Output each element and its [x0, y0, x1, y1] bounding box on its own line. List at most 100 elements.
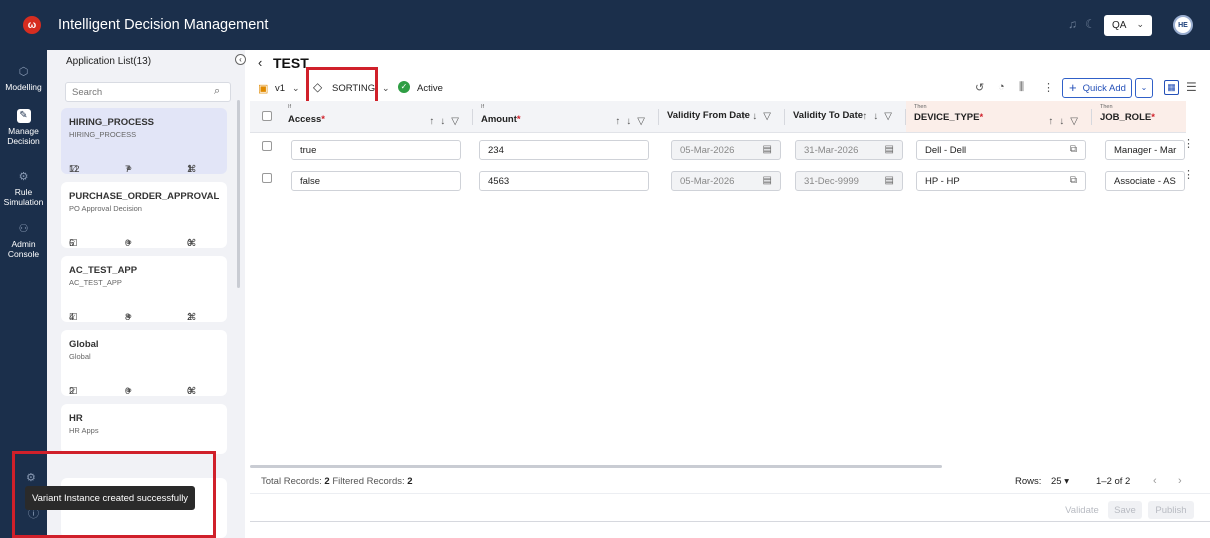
rail-item-admin-console[interactable]: ⚇ Admin Console	[0, 222, 47, 259]
list-view-icon[interactable]: ☰	[1186, 80, 1197, 94]
column-name: Validity To Date	[793, 110, 864, 121]
access-cell[interactable]: false	[291, 171, 461, 191]
calendar-icon[interactable]: ▤	[763, 144, 772, 155]
rail-item-modelling[interactable]: ⬡ Modelling	[0, 65, 47, 92]
rail-item-manage-decision[interactable]: ✎ Manage Decision	[0, 109, 47, 146]
column-header-device-type: Then DEVICE_TYPE* ↑↓▽	[906, 101, 1092, 133]
row-checkbox[interactable]	[262, 173, 272, 183]
record-counts: Total Records: 2 Filtered Records: 2	[261, 476, 413, 487]
calendar-icon[interactable]: ▤	[763, 175, 772, 186]
validate-button[interactable]: Validate	[1062, 501, 1102, 519]
chevron-down-icon: ⌄	[1136, 19, 1144, 29]
environment-select[interactable]: QA ⌄	[1104, 15, 1152, 36]
device-type-cell[interactable]: HP - HP ⧉	[916, 171, 1086, 191]
job-role-cell[interactable]: Manager - Mar	[1105, 140, 1185, 160]
row-checkbox[interactable]	[262, 141, 272, 151]
nets-count: ⌘ 0	[187, 386, 197, 397]
app-card-hiring-process[interactable]: HIRING_PROCESS HIRING_PROCESS ☑ 12 ⚭ 7 ⌘…	[61, 108, 227, 175]
app-description: AC_TEST_APP	[69, 278, 122, 287]
open-picker-icon[interactable]: ⧉	[1070, 175, 1077, 186]
quick-add-dropdown[interactable]: ⌄	[1135, 78, 1153, 98]
rail-item-rule-simulation[interactable]: ⚙ Rule Simulation	[0, 170, 47, 207]
columns-icon[interactable]: ⫼	[1019, 81, 1024, 94]
if-label: If	[481, 104, 485, 110]
moon-icon[interactable]: ☾	[1085, 17, 1096, 31]
flows-count: ⚭ 0	[125, 238, 133, 249]
app-card-ac-test-app[interactable]: AC_TEST_APP AC_TEST_APP ☑ 4 ⚭ 8 ⌘ 2	[61, 256, 227, 323]
flow-icon: ⚭	[125, 312, 133, 323]
app-title: Intelligent Decision Management	[58, 17, 269, 33]
app-card-global[interactable]: Global Global ☑ 2 ⚭ 0 ⌘ 0	[61, 330, 227, 397]
header-select-cell	[250, 101, 280, 133]
validity-to-cell[interactable]: 31-Mar-2026 ▤	[795, 140, 903, 160]
more-vertical-icon[interactable]: ⋮	[1183, 137, 1194, 150]
flow-icon: ⚭	[125, 386, 133, 397]
access-cell[interactable]: true	[291, 140, 461, 160]
column-header-amount: If Amount* ↑↓▽	[473, 101, 659, 133]
previous-page-icon[interactable]: ‹	[1153, 475, 1157, 487]
calendar-icon[interactable]: ▤	[885, 144, 894, 155]
validity-to-cell[interactable]: 31-Dec-9999 ▤	[795, 171, 903, 191]
device-type-cell[interactable]: Dell - Dell ⧉	[916, 140, 1086, 160]
select-all-checkbox[interactable]	[262, 111, 272, 121]
nets-count: ⌘ 2	[187, 312, 197, 323]
page-title: TEST	[273, 55, 309, 71]
publish-button[interactable]: Publish	[1148, 501, 1194, 519]
job-role-cell[interactable]: Associate - AS	[1105, 171, 1185, 191]
calendar-icon[interactable]: ▤	[885, 175, 894, 186]
cube-icon: ⬡	[18, 66, 29, 78]
app-name: AC_TEST_APP	[69, 265, 138, 276]
divider	[250, 521, 1210, 522]
search-icon[interactable]: ⌕	[214, 85, 220, 98]
network-icon: ⌘	[187, 238, 197, 249]
horizontal-scrollbar[interactable]	[250, 465, 942, 468]
rules-count: ☑ 2	[69, 386, 78, 397]
save-button[interactable]: Save	[1108, 501, 1142, 519]
more-vertical-icon[interactable]: ⋮	[1183, 168, 1194, 181]
application-list-title: Application List(13)	[66, 56, 152, 67]
column-header-validity-to: Validity To Date ↑↓▽	[785, 101, 906, 133]
rail-label: Rule Simulation	[3, 187, 44, 207]
collapse-panel-button[interactable]: ‹	[235, 54, 246, 65]
network-icon: ⌘	[187, 312, 197, 323]
rules-icon: ☑	[69, 312, 78, 323]
search-input[interactable]	[65, 82, 231, 102]
sort-filter-icons[interactable]: ↑↓▽	[741, 111, 777, 122]
next-page-icon[interactable]: ›	[1178, 475, 1182, 487]
column-name: JOB_ROLE*	[1100, 112, 1155, 123]
audit-icon[interactable]: ◔	[998, 81, 1005, 93]
amount-cell[interactable]: 234	[479, 140, 649, 160]
table-view-icon[interactable]: ▦	[1164, 80, 1179, 95]
rail-label: Admin Console	[7, 239, 40, 259]
scrollbar[interactable]	[237, 100, 240, 288]
column-name: Validity From Date	[667, 110, 750, 121]
amount-cell[interactable]: 4563	[479, 171, 649, 191]
app-logo: ω	[23, 16, 41, 34]
open-picker-icon[interactable]: ⧉	[1070, 144, 1077, 155]
app-card-purchase-order-approval[interactable]: PURCHASE_ORDER_APPROVAL PO Approval Deci…	[61, 182, 227, 249]
back-icon[interactable]: ‹	[258, 55, 262, 70]
app-card-hr[interactable]: HR HR Apps ☑ 0 ⚭ 0 ⌘ 0	[61, 404, 227, 454]
column-header-access: If Access* ↑↓▽	[280, 101, 473, 133]
quick-add-button[interactable]: + Quick Add	[1062, 78, 1132, 98]
rules-icon: ☑	[69, 238, 78, 249]
sort-filter-icons[interactable]: ↑↓▽	[429, 116, 465, 127]
chevron-down-icon[interactable]: ⌄	[382, 83, 390, 94]
rules-icon: ☑	[69, 386, 78, 397]
nets-count: ⌘ 1	[187, 164, 197, 175]
version-select[interactable]: v1	[275, 83, 285, 94]
avatar[interactable]: HE	[1173, 15, 1193, 35]
column-header-job-role: Then JOB_ROLE*	[1092, 101, 1186, 133]
validity-from-cell[interactable]: 05-Mar-2026 ▤	[671, 171, 781, 191]
bell-icon[interactable]: ♫	[1068, 17, 1077, 31]
sort-filter-icons[interactable]: ↑↓▽	[1048, 116, 1084, 127]
flows-count: ⚭ 0	[125, 386, 133, 397]
validity-from-cell[interactable]: 05-Mar-2026 ▤	[671, 140, 781, 160]
status-badge: Active	[417, 83, 443, 94]
rows-per-page-select[interactable]: 25 ▾	[1051, 476, 1069, 487]
more-vertical-icon[interactable]: ⋮	[1043, 81, 1054, 94]
chevron-down-icon[interactable]: ⌄	[292, 83, 300, 94]
sort-filter-icons[interactable]: ↑↓▽	[862, 111, 898, 122]
history-icon[interactable]: ↺	[975, 81, 984, 94]
sort-filter-icons[interactable]: ↑↓▽	[615, 116, 651, 127]
